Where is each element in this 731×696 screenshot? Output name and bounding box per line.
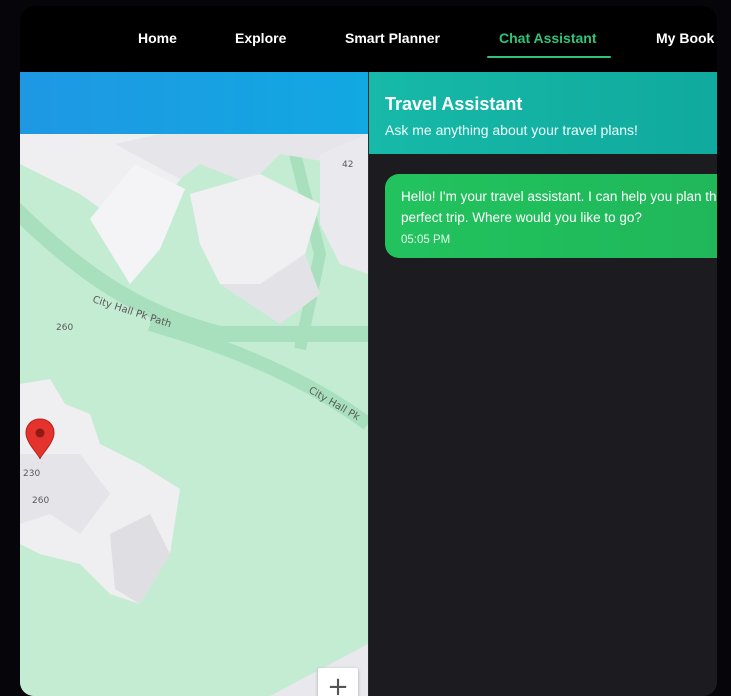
map-label-260-b: 260	[32, 496, 49, 506]
message-timestamp: 05:05 PM	[401, 234, 451, 246]
map-canvas[interactable]: 42 260 230 260 City Hall Pk Path City Ha…	[20, 134, 368, 696]
nav-smart-planner[interactable]: Smart Planner	[345, 30, 440, 46]
nav-my-bookings[interactable]: My Book	[656, 30, 714, 46]
map-header-bar	[20, 72, 368, 134]
app-window: Home Explore Smart Planner Chat Assistan…	[20, 6, 717, 696]
assistant-message-bubble: Hello! I'm your travel assistant. I can …	[385, 174, 717, 258]
map-label-42: 42	[342, 160, 353, 170]
chat-header: Travel Assistant Ask me anything about y…	[369, 72, 717, 154]
map-panel[interactable]: 42 260 230 260 City Hall Pk Path City Ha…	[20, 72, 368, 696]
nav-explore[interactable]: Explore	[235, 30, 286, 46]
zoom-in-button[interactable]: +	[318, 668, 358, 696]
top-navbar: Home Explore Smart Planner Chat Assistan…	[20, 6, 717, 72]
nav-home[interactable]: Home	[138, 30, 177, 46]
map-label-230: 230	[23, 469, 40, 479]
message-text: Hello! I'm your travel assistant. I can …	[401, 189, 717, 225]
chat-subtitle: Ask me anything about your travel plans!	[385, 122, 638, 138]
chat-title: Travel Assistant	[385, 94, 523, 114]
active-tab-indicator	[487, 56, 611, 58]
map-label-260: 260	[56, 323, 73, 333]
chat-panel: Travel Assistant Ask me anything about y…	[369, 72, 717, 696]
nav-chat-assistant[interactable]: Chat Assistant	[499, 30, 597, 46]
